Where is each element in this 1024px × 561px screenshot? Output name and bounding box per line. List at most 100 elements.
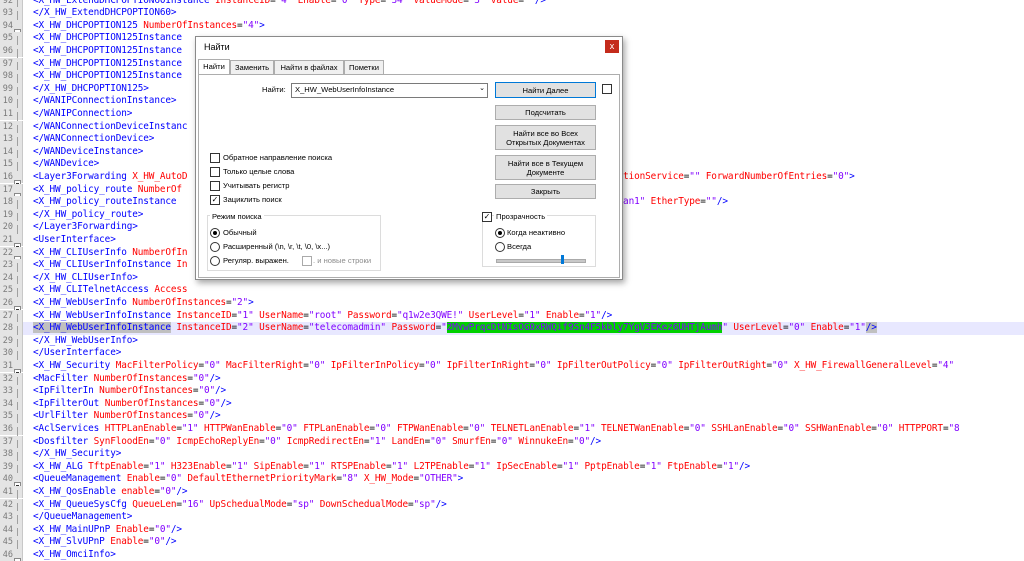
count-button[interactable]: Подсчитать: [495, 105, 596, 120]
mode-regex-radio[interactable]: [210, 256, 220, 266]
code-line[interactable]: 44 <X_HW_MainUPnP Enable="0"/>: [0, 523, 1024, 541]
code-text: </X_HW_ExtendDHCPOPTION60>: [33, 7, 177, 20]
code-token: Password: [385, 322, 436, 334]
search-input[interactable]: X_HW_WebUserInfoInstance ⌄: [291, 83, 488, 98]
backward-label: Обратное направление поиска: [223, 153, 333, 162]
transparency-always-radio[interactable]: [495, 242, 505, 252]
code-line[interactable]: 43 </QueueManagement>: [0, 511, 1024, 529]
line-number: 97: [2, 58, 13, 69]
fold-minus-icon[interactable]: [14, 249, 21, 263]
code-line[interactable]: 92 <X_HW_ExtendDHCPOPTION60Instance Insta…: [0, 0, 1024, 12]
code-line[interactable]: 36 <AclServices HTTPLanEnable="1" HTTPWan…: [0, 422, 1024, 440]
code-token: "0": [281, 422, 298, 434]
dialog-titlebar[interactable]: Найти x: [196, 37, 622, 59]
find-dialog: Найти x Найти Заменить Найти в файлах По…: [195, 36, 623, 280]
code-token: RTSPEnable: [325, 460, 386, 472]
mode-extended-radio[interactable]: [210, 242, 220, 252]
code-line[interactable]: 30 </UserInterface>: [0, 347, 1024, 365]
newline-checkbox[interactable]: [302, 256, 312, 266]
line-number: 16: [2, 171, 13, 182]
wrap-checkbox[interactable]: ✓: [210, 195, 220, 205]
code-token: NumberOf: [137, 183, 182, 195]
line-number: 36: [2, 423, 13, 434]
line-number: 13: [2, 134, 13, 145]
fold-line-icon: [14, 198, 21, 214]
find-next-button[interactable]: Найти Далее: [495, 82, 596, 98]
tab-find[interactable]: Найти: [198, 59, 230, 75]
fold-minus-icon[interactable]: [14, 475, 21, 490]
code-text: <UserInterface>: [33, 234, 116, 247]
code-line[interactable]: 25 <X_HW_CLITelnetAccess Access: [0, 284, 1024, 302]
code-line[interactable]: 41 <X_HW_QosEnable enable="0"/>: [0, 485, 1024, 503]
code-token: "1": [237, 309, 254, 321]
code-token: L2TPEnable: [408, 460, 469, 472]
code-line[interactable]: 94 <X_HW_DHCPOPTION125 NumberOfInstances=…: [0, 19, 1024, 36]
code-token: Access: [154, 284, 188, 296]
code-token: NumberOfIn: [132, 246, 188, 258]
tab-marks[interactable]: Пометки: [344, 60, 384, 75]
code-token: </WANDeviceInstance>: [33, 145, 144, 157]
code-token: IcmpRedirectEn: [281, 435, 364, 447]
mode-normal-radio[interactable]: [210, 228, 220, 238]
code-token: <X_HW_DHCPOPTION125Instance: [33, 44, 182, 56]
line-gutter: 99: [0, 82, 23, 100]
code-token: </UserInterface>: [33, 347, 122, 359]
code-token: WinnukeEn: [512, 435, 568, 447]
code-line[interactable]: 37 <Dosfilter SynFloodEn="0" IcmpEchoRepl…: [0, 435, 1024, 453]
code-token: />: [214, 385, 227, 397]
code-token: <MacFilter: [33, 372, 94, 384]
line-number: 30: [2, 348, 13, 359]
code-line[interactable]: 27 <X_HW_WebUserInfoInstance InstanceID="…: [0, 309, 1024, 327]
fold-minus-icon[interactable]: [14, 173, 21, 187]
fold-minus-icon[interactable]: [14, 236, 21, 250]
code-line[interactable]: 29 </X_HW_WebUserInfo>: [0, 334, 1024, 352]
code-token: <X_HW_WebUserInfoInstance: [33, 322, 171, 334]
code-line[interactable]: 40 <QueueManagement Enable="0" DefaultEth…: [0, 473, 1024, 490]
line-number: 93: [2, 8, 13, 19]
code-line[interactable]: 33 <IpFilterIn NumberOfInstances="0"/>: [0, 385, 1024, 403]
code-line[interactable]: 38 </X_HW_Security>: [0, 448, 1024, 466]
transparency-inactive-label: Когда неактивно: [507, 228, 566, 237]
line-gutter: 38: [0, 448, 23, 466]
line-gutter: 40: [0, 473, 23, 490]
find-next-checkbox[interactable]: [602, 84, 612, 94]
code-line[interactable]: 26 <X_HW_WebUserInfo NumberOfInstances="2…: [0, 296, 1024, 313]
transparency-checkbox[interactable]: ✓: [482, 212, 492, 222]
code-token: "root": [308, 309, 342, 321]
transparency-slider-thumb[interactable]: [561, 255, 564, 264]
fold-minus-icon[interactable]: [14, 186, 21, 200]
backward-checkbox[interactable]: [210, 153, 220, 163]
code-line[interactable]: 93 </X_HW_ExtendDHCPOPTION60>: [0, 7, 1024, 25]
line-gutter: 33: [0, 385, 23, 403]
fold-minus-icon[interactable]: [14, 299, 21, 313]
fold-line-icon: [14, 0, 21, 12]
tab-replace[interactable]: Заменить: [230, 60, 274, 75]
close-icon[interactable]: x: [605, 40, 619, 53]
code-line[interactable]: 28 <X_HW_WebUserInfoInstance InstanceID="…: [0, 322, 1024, 340]
fold-minus-icon[interactable]: [14, 551, 21, 561]
code-line[interactable]: 45 <X_HW_SlvUPnP Enable="0"/>: [0, 536, 1024, 554]
code-line[interactable]: 31 <X_HW_Security MacFilterPolicy="0" Mac…: [0, 359, 1024, 376]
find-all-current-button[interactable]: Найти все в Текущем Документе: [495, 155, 596, 180]
code-line[interactable]: 42 <X_HW_QueueSysCfg QueueLen="16" UpSche…: [0, 498, 1024, 516]
close-button[interactable]: Закрыть: [495, 184, 596, 199]
fold-line-icon: [14, 97, 21, 113]
code-line[interactable]: 32 <MacFilter NumberOfInstances="0"/>: [0, 372, 1024, 390]
code-line[interactable]: 46 <X_HW_OmciInfo>: [0, 548, 1024, 561]
tab-find-in-files[interactable]: Найти в файлах: [274, 60, 344, 75]
line-gutter: 27: [0, 309, 23, 327]
transparency-inactive-radio[interactable]: [495, 228, 505, 238]
fold-minus-icon[interactable]: [14, 22, 21, 36]
code-line[interactable]: 35 <UrlFilter NumberOfInstances="0"/>: [0, 410, 1024, 428]
code-token: H323Enable: [165, 460, 227, 472]
match-case-checkbox[interactable]: [210, 181, 220, 191]
transparency-slider[interactable]: [496, 259, 586, 263]
chevron-down-icon[interactable]: ⌄: [479, 84, 485, 92]
fold-minus-icon[interactable]: [14, 362, 21, 376]
line-number: 98: [2, 71, 13, 82]
code-line[interactable]: 39 <X_HW_ALG TftpEnable="1" H323Enable="1…: [0, 460, 1024, 478]
code-line[interactable]: 34 <IpFilterOut NumberOfInstances="0"/>: [0, 397, 1024, 415]
find-all-open-button[interactable]: Найти все во Всех Открытых Документах: [495, 125, 596, 150]
line-gutter: 46: [0, 548, 23, 561]
whole-word-checkbox[interactable]: [210, 167, 220, 177]
